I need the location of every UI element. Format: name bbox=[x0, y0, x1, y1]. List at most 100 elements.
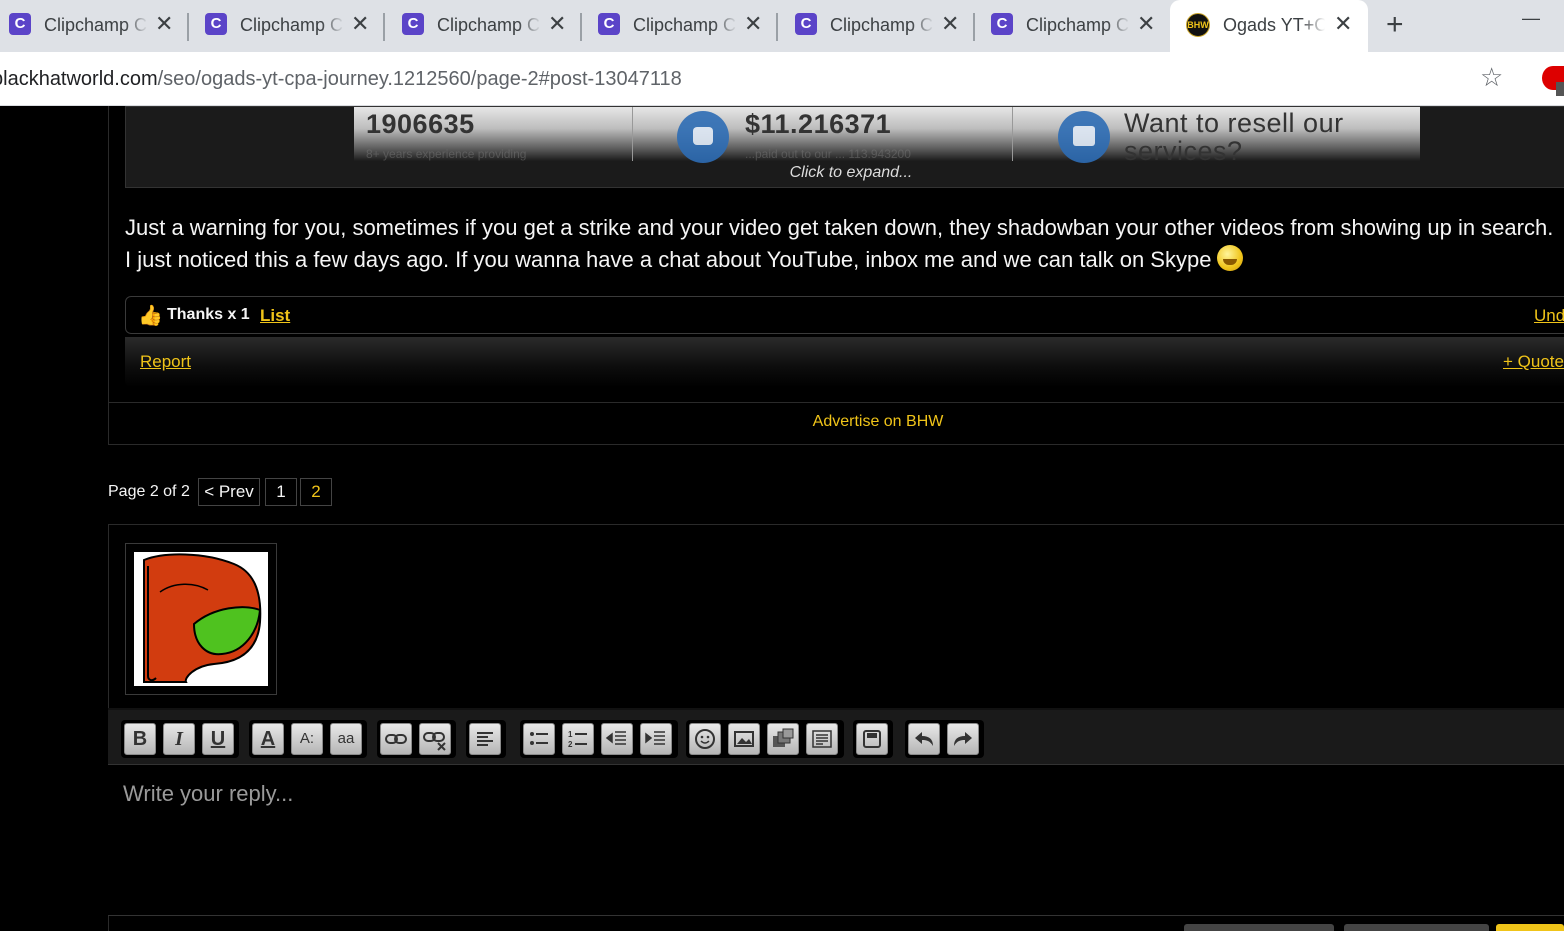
numbered-list-icon[interactable]: 12 bbox=[562, 723, 594, 755]
smilie-icon[interactable] bbox=[689, 723, 721, 755]
banner-stat-sub: 8+ years experience providing bbox=[366, 147, 527, 161]
bhw-favicon-icon: BHW bbox=[1186, 13, 1210, 37]
clipchamp-favicon-icon: C bbox=[402, 13, 424, 35]
underline-button[interactable]: U bbox=[202, 723, 234, 755]
browser-tab-active[interactable]: BHW Ogads YT+CPA Journey ✕ bbox=[1170, 0, 1368, 52]
toolbar-group-save bbox=[853, 720, 893, 758]
banner-column: Want to resell our services? bbox=[1038, 107, 1398, 165]
post-message: Just a warning for you, sometimes if you… bbox=[125, 212, 1564, 276]
font-size-button[interactable]: A: bbox=[291, 723, 323, 755]
banner-stat-value: $11.216371 bbox=[745, 109, 892, 139]
close-tab-icon[interactable]: ✕ bbox=[351, 11, 369, 37]
quote-block[interactable]: 1906635 8+ years experience providing $1… bbox=[125, 106, 1564, 188]
indent-icon[interactable] bbox=[640, 723, 672, 755]
likes-bar: 👍 Thanks x 1 List Undo bbox=[125, 296, 1564, 334]
close-tab-icon[interactable]: ✕ bbox=[548, 11, 566, 37]
smiley-icon bbox=[1217, 245, 1244, 271]
banner-resell-text: Want to resell our services? bbox=[1124, 108, 1344, 166]
user-avatar[interactable] bbox=[125, 543, 277, 695]
url-text[interactable]: blackhatworld.com/seo/ogads-yt-cpa-journ… bbox=[0, 66, 682, 92]
tab-title: Clipchamp Create bbox=[437, 15, 541, 35]
extension-badge bbox=[1556, 82, 1564, 96]
unlink-icon[interactable] bbox=[419, 723, 451, 755]
browser-tab[interactable]: C Clipchamp Create ✕ bbox=[982, 0, 1162, 52]
tab-separator bbox=[187, 13, 189, 41]
browser-tab[interactable]: C Clipchamp Create ✕ bbox=[196, 0, 385, 52]
upload-button[interactable] bbox=[1184, 924, 1334, 931]
toolbar-group-font: A A: aa bbox=[249, 720, 367, 758]
click-to-expand-link[interactable]: Click to expand... bbox=[126, 164, 1564, 182]
forum-page: 1906635 8+ years experience providing $1… bbox=[0, 106, 1564, 931]
outdent-icon[interactable] bbox=[601, 723, 633, 755]
tab-separator bbox=[776, 13, 778, 41]
reply-editor[interactable]: Write your reply... bbox=[108, 764, 1564, 916]
quote-link[interactable]: + Quote bbox=[1503, 352, 1564, 372]
undo-thanks-link[interactable]: Undo bbox=[1534, 306, 1564, 326]
page-2-button[interactable]: 2 bbox=[300, 478, 332, 506]
align-left-icon[interactable] bbox=[469, 723, 501, 755]
report-link[interactable]: Report bbox=[140, 352, 191, 372]
browser-tab[interactable]: C Clipchamp Create ✕ bbox=[0, 0, 189, 52]
toolbar-group-align bbox=[466, 720, 506, 758]
post-actions-bar: Report + Quote bbox=[125, 337, 1564, 387]
tab-title: Clipchamp Create bbox=[44, 15, 148, 35]
thumbs-up-icon: 👍 bbox=[138, 305, 163, 327]
tab-title: Ogads YT+CPA Journey bbox=[1223, 15, 1325, 35]
store-icon bbox=[1058, 111, 1110, 163]
toolbar-group-text-style: B I U bbox=[121, 720, 239, 758]
font-family-button[interactable]: aa bbox=[330, 723, 362, 755]
post-reply-button[interactable] bbox=[1496, 924, 1564, 931]
quote-insert-icon[interactable] bbox=[806, 723, 838, 755]
clipchamp-favicon-icon: C bbox=[598, 13, 620, 35]
toolbar-group-lists: 12 bbox=[520, 720, 678, 758]
advertise-link[interactable]: Advertise on BHW bbox=[108, 413, 1564, 431]
advertise-row: Advertise on BHW bbox=[108, 402, 1564, 445]
clipchamp-favicon-icon: C bbox=[9, 13, 31, 35]
close-tab-icon[interactable]: ✕ bbox=[941, 11, 959, 37]
address-bar[interactable]: blackhatworld.com/seo/ogads-yt-cpa-journ… bbox=[0, 52, 1564, 106]
clipchamp-favicon-icon: C bbox=[991, 13, 1013, 35]
image-icon[interactable] bbox=[728, 723, 760, 755]
svg-text:1: 1 bbox=[568, 730, 573, 739]
banner-column: 1906635 8+ years experience providing bbox=[354, 107, 633, 161]
browser-tab[interactable]: C Clipchamp Create ✕ bbox=[589, 0, 778, 52]
new-tab-icon[interactable]: + bbox=[1386, 10, 1404, 40]
close-tab-icon[interactable]: ✕ bbox=[1334, 11, 1352, 37]
redo-icon[interactable] bbox=[947, 723, 979, 755]
post-message-text: Just a warning for you, sometimes if you… bbox=[125, 215, 1554, 272]
bold-button[interactable]: B bbox=[124, 723, 156, 755]
toolbar-group-history bbox=[905, 720, 984, 758]
more-options-button[interactable] bbox=[1344, 924, 1489, 931]
italic-button[interactable]: I bbox=[163, 723, 195, 755]
link-icon[interactable] bbox=[380, 723, 412, 755]
prev-page-button[interactable]: < Prev bbox=[198, 478, 260, 506]
bullet-list-icon[interactable] bbox=[523, 723, 555, 755]
clipchamp-favicon-icon: C bbox=[795, 13, 817, 35]
close-tab-icon[interactable]: ✕ bbox=[744, 11, 762, 37]
save-draft-icon[interactable] bbox=[856, 723, 888, 755]
banner-column: $11.216371 ...paid out to our ... 113.94… bbox=[657, 107, 1013, 163]
coins-icon bbox=[677, 111, 729, 163]
url-path: /seo/ogads-yt-cpa-journey.1212560/page-2… bbox=[157, 68, 682, 90]
banner-stat-value: 1906635 bbox=[366, 109, 475, 139]
quoted-banner-image: 1906635 8+ years experience providing $1… bbox=[354, 107, 1420, 165]
undo-icon[interactable] bbox=[908, 723, 940, 755]
thanks-list-link[interactable]: List bbox=[260, 306, 290, 326]
minimize-window-icon[interactable]: — bbox=[1522, 8, 1540, 29]
browser-tab[interactable]: C Clipchamp Create ✕ bbox=[393, 0, 582, 52]
close-tab-icon[interactable]: ✕ bbox=[155, 11, 173, 37]
font-color-button[interactable]: A bbox=[252, 723, 284, 755]
bookmark-star-icon[interactable]: ☆ bbox=[1480, 62, 1503, 92]
tab-title: Clipchamp Create bbox=[830, 15, 934, 35]
clipchamp-favicon-icon: C bbox=[205, 13, 227, 35]
tab-separator bbox=[580, 13, 582, 41]
svg-text:2: 2 bbox=[568, 740, 573, 749]
browser-tab[interactable]: C Clipchamp Create ✕ bbox=[786, 0, 975, 52]
page-1-button[interactable]: 1 bbox=[265, 478, 297, 506]
thanks-count: Thanks x 1 bbox=[167, 306, 250, 323]
tab-title: Clipchamp Create bbox=[633, 15, 737, 35]
avatar-image bbox=[134, 552, 268, 686]
media-icon[interactable] bbox=[767, 723, 799, 755]
close-tab-icon[interactable]: ✕ bbox=[1137, 11, 1155, 37]
browser-tab-strip: C Clipchamp Create ✕ C Clipchamp Create … bbox=[0, 0, 1564, 52]
